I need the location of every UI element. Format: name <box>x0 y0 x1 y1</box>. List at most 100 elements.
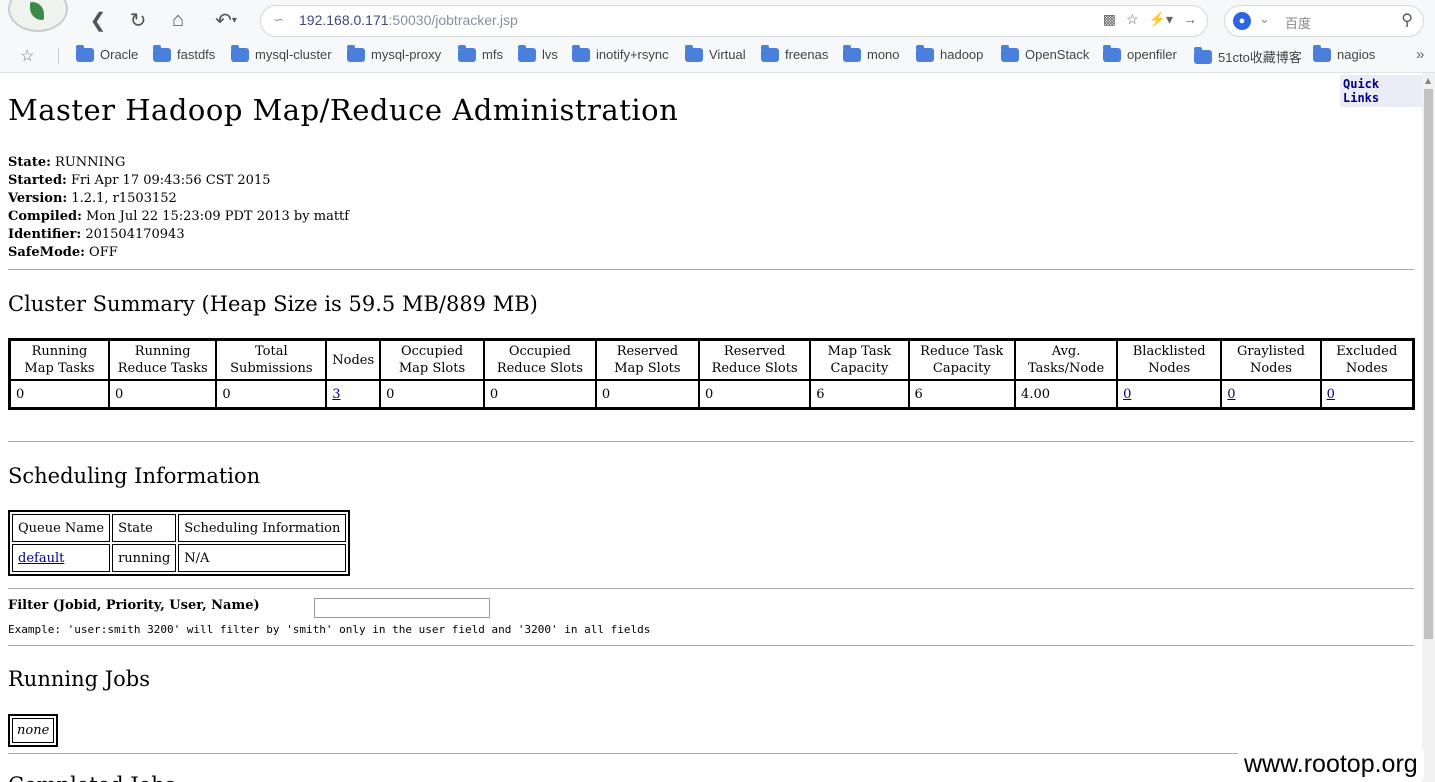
scrollbar-thumb[interactable] <box>1424 89 1433 639</box>
url-path: :50030/jobtracker.jsp <box>388 12 518 28</box>
bookmark-freenas[interactable]: freenas <box>761 44 829 62</box>
cluster-summary-heading: Cluster Summary (Heap Size is 59.5 MB/88… <box>8 292 538 316</box>
bookmark-mono[interactable]: mono <box>843 44 900 62</box>
bookmark-label: lvs <box>542 47 558 62</box>
excluded-nodes-link[interactable]: 0 <box>1327 387 1335 402</box>
col-scheduling-information: Scheduling Information <box>178 514 347 542</box>
col-total-submissions: Total Submissions <box>216 340 327 380</box>
bookmark-mysql-proxy[interactable]: mysql-proxy <box>347 44 441 62</box>
search-placeholder[interactable]: 百度 <box>1285 13 1311 32</box>
bookmark-oracle[interactable]: Oracle <box>76 44 138 62</box>
info-value: Fri Apr 17 09:43:56 CST 2015 <box>66 173 271 188</box>
table-row: 0 0 0 3 0 0 0 0 6 6 4.00 0 0 0 <box>10 380 1413 408</box>
bookmark-lvs[interactable]: lvs <box>518 44 558 62</box>
col-reserved-reduce-slots: Reserved Reduce Slots <box>698 340 811 380</box>
info-version: Version: 1.2.1, r1503152 <box>8 190 349 208</box>
col-map-task-capacity: Map Task Capacity <box>810 340 909 380</box>
bookmark-label: 51cto收藏博客 <box>1218 50 1302 65</box>
bookmark-label: inotify+rsync <box>596 47 669 62</box>
browser-logo <box>8 0 68 32</box>
scheduling-heading: Scheduling Information <box>8 464 261 488</box>
folder-icon <box>1313 44 1331 62</box>
quick-links-button[interactable]: Quick Links <box>1340 75 1422 107</box>
scroll-up-icon[interactable]: ▲ <box>1425 76 1431 85</box>
col-nodes: Nodes <box>326 340 381 380</box>
bookmark-openfiler[interactable]: openfiler <box>1103 44 1177 62</box>
col-excluded-nodes: Excluded Nodes <box>1320 340 1413 380</box>
chevron-down-icon[interactable]: ⌄ <box>1259 11 1270 27</box>
folder-icon <box>518 44 536 62</box>
folder-icon <box>1103 44 1121 62</box>
bookmark-label: mysql-cluster <box>255 47 332 62</box>
vertical-scrollbar[interactable]: ▲ <box>1422 73 1435 782</box>
folder-icon <box>153 44 171 62</box>
bookmark-nagios[interactable]: nagios <box>1313 44 1376 62</box>
url-text[interactable]: 192.168.0.171:50030/jobtracker.jsp <box>299 12 518 28</box>
go-arrow-icon[interactable]: → <box>1183 11 1197 28</box>
address-bar[interactable]: ∽ 192.168.0.171:50030/jobtracker.jsp ▩ ☆… <box>260 5 1208 37</box>
bookmark-mysql-cluster[interactable]: mysql-cluster <box>231 44 332 62</box>
divider <box>8 441 1414 442</box>
star-icon[interactable]: ☆ <box>20 46 34 66</box>
undo-icon[interactable]: ↶ ▾ <box>206 6 246 34</box>
page-content: Quick Links Master Hadoop Map/Reduce Adm… <box>0 73 1422 782</box>
info-identifier: Identifier: 201504170943 <box>8 226 349 244</box>
folder-icon <box>1194 46 1212 64</box>
cell-reduce-task-capacity: 6 <box>908 380 1016 408</box>
col-occupied-reduce-slots: Occupied Reduce Slots <box>483 340 596 380</box>
queue-default-link[interactable]: default <box>18 551 64 566</box>
cell-occupied-reduce-slots: 0 <box>483 380 596 408</box>
cell-occupied-map-slots: 0 <box>380 380 484 408</box>
bookmark-fastdfs[interactable]: fastdfs <box>153 44 215 62</box>
cell-queue-name: default <box>12 544 111 572</box>
col-blacklisted-nodes: Blacklisted Nodes <box>1117 340 1222 380</box>
cell-reserved-reduce-slots: 0 <box>698 380 811 408</box>
back-icon[interactable]: ❮ <box>84 6 112 34</box>
info-label: State: <box>8 155 51 170</box>
info-value: 201504170943 <box>81 227 185 242</box>
filter-input[interactable] <box>314 598 490 618</box>
home-icon[interactable]: ⌂ <box>164 6 192 34</box>
bookmark-label: nagios <box>1337 47 1376 62</box>
graylisted-nodes-link[interactable]: 0 <box>1227 387 1235 402</box>
running-jobs-heading: Running Jobs <box>8 667 151 691</box>
search-box[interactable]: ● ⌄ 百度 ⚲ <box>1224 5 1424 37</box>
info-label: Started: <box>8 173 67 188</box>
col-reserved-map-slots: Reserved Map Slots <box>595 340 699 380</box>
folder-icon <box>1001 44 1019 62</box>
folder-icon <box>572 44 590 62</box>
divider <box>8 645 1414 646</box>
more-bookmarks-icon[interactable]: » <box>1416 46 1424 63</box>
bookmark-star-icon[interactable]: ☆ <box>1126 11 1139 28</box>
blacklisted-nodes-link[interactable]: 0 <box>1123 387 1131 402</box>
bookmark-label: mfs <box>482 47 503 62</box>
cell-state: running <box>112 544 177 572</box>
bookmark-label: openfiler <box>1127 47 1177 62</box>
info-value: RUNNING <box>50 155 126 170</box>
col-running-reduce-tasks: Running Reduce Tasks <box>109 340 217 380</box>
info-label: Compiled: <box>8 209 82 224</box>
nodes-link[interactable]: 3 <box>332 387 340 402</box>
bookmark-openstack[interactable]: OpenStack <box>1001 44 1089 62</box>
table-row: default running N/A <box>12 544 347 572</box>
lightning-icon[interactable]: ⚡▾ <box>1149 11 1173 28</box>
bookmark-inotify-rsync[interactable]: inotify+rsync <box>572 44 669 62</box>
search-icon[interactable]: ⚲ <box>1401 10 1413 30</box>
info-value: Mon Jul 22 15:23:09 PDT 2013 by mattf <box>81 209 350 224</box>
cell-scheduling-information: N/A <box>178 544 347 572</box>
bookmark-hadoop[interactable]: hadoop <box>916 44 983 62</box>
baidu-paw-icon[interactable]: ● <box>1233 12 1251 30</box>
bookmark-virtual[interactable]: Virtual <box>685 44 746 62</box>
info-value: 1.2.1, r1503152 <box>67 191 177 206</box>
bookmark-mfs[interactable]: mfs <box>458 44 503 62</box>
bookmark-51cto[interactable]: 51cto收藏博客 <box>1194 46 1302 66</box>
bookmark-label: freenas <box>785 47 829 62</box>
qr-code-icon[interactable]: ▩ <box>1103 11 1116 28</box>
completed-jobs-heading: Completed Jobs <box>8 773 175 782</box>
cell-total-submissions: 0 <box>216 380 327 408</box>
col-occupied-map-slots: Occupied Map Slots <box>380 340 484 380</box>
reload-icon[interactable]: ↻ <box>124 6 152 34</box>
cell-avg-tasks-node: 4.00 <box>1015 380 1118 408</box>
info-label: Identifier: <box>8 227 82 242</box>
connection-icon[interactable]: ∽ <box>273 12 284 28</box>
